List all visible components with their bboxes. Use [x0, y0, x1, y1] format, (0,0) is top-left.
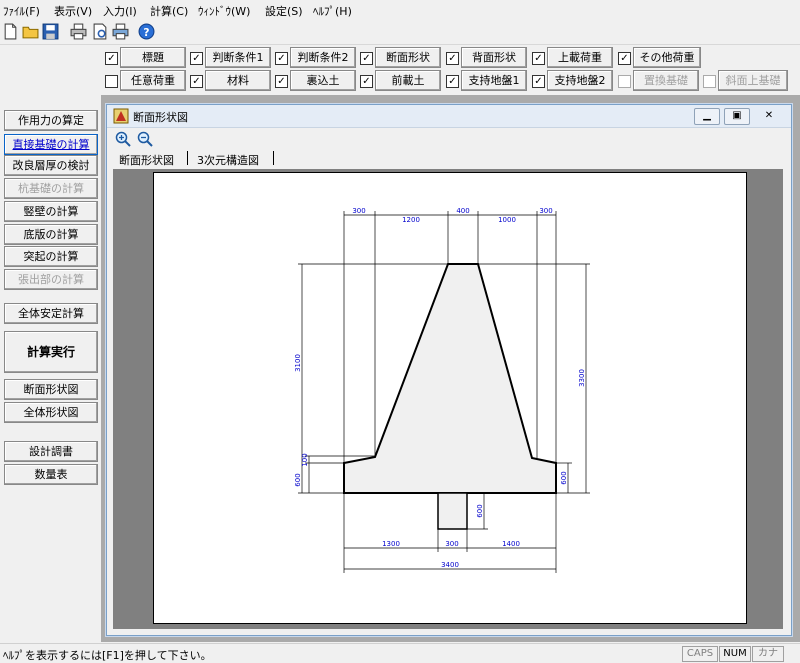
checkbox-material[interactable]: ✓ [190, 75, 203, 88]
num-indicator: NUM [719, 646, 751, 662]
toolbar: ? [0, 20, 800, 45]
pile-foundation-button[interactable]: 杭基礎の計算 [4, 178, 98, 199]
checkbox-replacement-foundation[interactable] [618, 75, 631, 88]
checkbox-surcharge[interactable]: ✓ [532, 52, 545, 65]
tab-separator [273, 151, 274, 165]
tab-3d-structure[interactable]: 3次元構造図 [197, 152, 259, 168]
status-bar: ﾍﾙﾌﾟを表示するには[F1]を押して下さい。 CAPS NUM カナ [0, 643, 800, 662]
quantity-table-button[interactable]: 数量表 [4, 464, 98, 485]
force-calc-button[interactable]: 作用力の算定 [4, 110, 98, 131]
menu-input[interactable]: 入力(I) [103, 3, 137, 19]
section-drawing: 300 1200 400 1000 300 3100 100 600 3300 … [294, 207, 590, 573]
replacement-foundation-button[interactable]: 置換基礎 [633, 70, 699, 91]
overall-drawing-button[interactable]: 全体形状図 [4, 402, 98, 423]
dim-3400: 3400 [441, 561, 459, 569]
slope-foundation-button[interactable]: 斜面上基礎 [718, 70, 788, 91]
shear-key-outline [437, 492, 468, 530]
dim-100: 100 [301, 453, 309, 466]
dim-3100: 3100 [294, 354, 302, 372]
ground-2-button[interactable]: 支持地盤2 [547, 70, 613, 91]
dim-400: 400 [456, 207, 469, 215]
dim-600-right: 600 [560, 471, 568, 484]
svg-text:?: ? [143, 26, 149, 39]
checkbox-section-shape[interactable]: ✓ [360, 52, 373, 65]
dim-600-left: 600 [294, 473, 302, 486]
menu-bar: ﾌｧｲﾙ(F) 表示(V) 入力(I) 計算(C) ｳｨﾝﾄﾞｳ(W) 設定(S… [0, 0, 800, 20]
backfill-button[interactable]: 裏込土 [290, 70, 356, 91]
section-drawing-window: 断面形状図 ▁ ▣ ✕ 断面形状図 3次元構造図 300 1200 400 10… [106, 104, 792, 636]
front-soil-button[interactable]: 前載土 [375, 70, 441, 91]
wall-section-outline [343, 263, 557, 494]
ground-1-button[interactable]: 支持地盤1 [461, 70, 527, 91]
window-title: 断面形状図 [133, 111, 188, 124]
menu-file[interactable]: ﾌｧｲﾙ(F) [3, 3, 40, 19]
projection-calc-button[interactable]: 突起の計算 [4, 246, 98, 267]
minimize-icon[interactable]: ▁ [694, 108, 720, 125]
menu-view[interactable]: 表示(V) [54, 3, 92, 19]
dim-300-key: 300 [445, 540, 458, 548]
dim-600-key: 600 [476, 504, 484, 517]
checkbox-judgement-2[interactable]: ✓ [275, 52, 288, 65]
help-icon[interactable]: ? [138, 23, 155, 40]
dim-1300: 1300 [382, 540, 400, 548]
checkbox-other-loads[interactable]: ✓ [618, 52, 631, 65]
checkbox-slope-foundation[interactable] [703, 75, 716, 88]
dim-1400: 1400 [502, 540, 520, 548]
section-drawing-button[interactable]: 断面形状図 [4, 379, 98, 400]
drawing-app-icon [113, 108, 129, 124]
caps-indicator: CAPS [682, 646, 718, 662]
dim-300-right: 300 [539, 207, 552, 215]
judgement-2-button[interactable]: 判断条件2 [290, 47, 356, 68]
print-preview-icon[interactable] [92, 23, 109, 40]
judgement-1-button[interactable]: 判断条件1 [205, 47, 271, 68]
maximize-icon[interactable]: ▣ [724, 108, 750, 125]
tab-separator [187, 151, 188, 165]
overall-stability-button[interactable]: 全体安定計算 [4, 303, 98, 324]
checkbox-judgement-1[interactable]: ✓ [190, 52, 203, 65]
new-file-icon[interactable] [2, 23, 19, 40]
printer-setup-icon[interactable] [112, 23, 129, 40]
material-button[interactable]: 材料 [205, 70, 271, 91]
drawing-paper: 300 1200 400 1000 300 3100 100 600 3300 … [153, 172, 747, 624]
direct-foundation-button[interactable]: 直接基礎の計算 [4, 134, 98, 155]
menu-window[interactable]: ｳｨﾝﾄﾞｳ(W) [198, 3, 250, 19]
arbitrary-load-button[interactable]: 任意荷重 [120, 70, 186, 91]
back-shape-button[interactable]: 背面形状 [461, 47, 527, 68]
close-icon[interactable]: ✕ [756, 108, 782, 125]
menu-settings[interactable]: 設定(S) [265, 3, 303, 19]
run-calc-button[interactable]: 計算実行 [4, 331, 98, 373]
checkbox-ground-2[interactable]: ✓ [532, 75, 545, 88]
overhang-calc-button[interactable]: 張出部の計算 [4, 269, 98, 290]
checkbox-front-soil[interactable]: ✓ [360, 75, 373, 88]
menu-help[interactable]: ﾍﾙﾌﾟ(H) [313, 3, 352, 19]
base-slab-button[interactable]: 底版の計算 [4, 224, 98, 245]
window-title-bar[interactable]: 断面形状図 ▁ ▣ ✕ [107, 105, 791, 128]
checkbox-arbitrary-load[interactable] [105, 75, 118, 88]
wall-calc-button[interactable]: 竪壁の計算 [4, 201, 98, 222]
dim-1000: 1000 [498, 216, 516, 224]
zoom-out-icon[interactable] [137, 131, 153, 147]
save-icon[interactable] [42, 23, 59, 40]
checkbox-backfill[interactable]: ✓ [275, 75, 288, 88]
zoom-in-icon[interactable] [115, 131, 131, 147]
dim-3300: 3300 [578, 369, 586, 387]
design-report-button[interactable]: 設計調書 [4, 441, 98, 462]
dim-1200: 1200 [402, 216, 420, 224]
checkbox-ground-1[interactable]: ✓ [446, 75, 459, 88]
title-button[interactable]: 標題 [120, 47, 186, 68]
tab-section-drawing[interactable]: 断面形状図 [119, 152, 174, 168]
improved-layer-button[interactable]: 改良層厚の検討 [4, 155, 98, 176]
menu-calc[interactable]: 計算(C) [150, 3, 188, 19]
checkbox-title[interactable]: ✓ [105, 52, 118, 65]
checkbox-back-shape[interactable]: ✓ [446, 52, 459, 65]
other-loads-button[interactable]: その他荷重 [633, 47, 701, 68]
section-shape-button[interactable]: 断面形状 [375, 47, 441, 68]
surcharge-button[interactable]: 上載荷重 [547, 47, 613, 68]
dim-300-left: 300 [352, 207, 365, 215]
print-icon[interactable] [70, 23, 87, 40]
kana-indicator: カナ [752, 646, 784, 662]
open-folder-icon[interactable] [22, 23, 39, 40]
